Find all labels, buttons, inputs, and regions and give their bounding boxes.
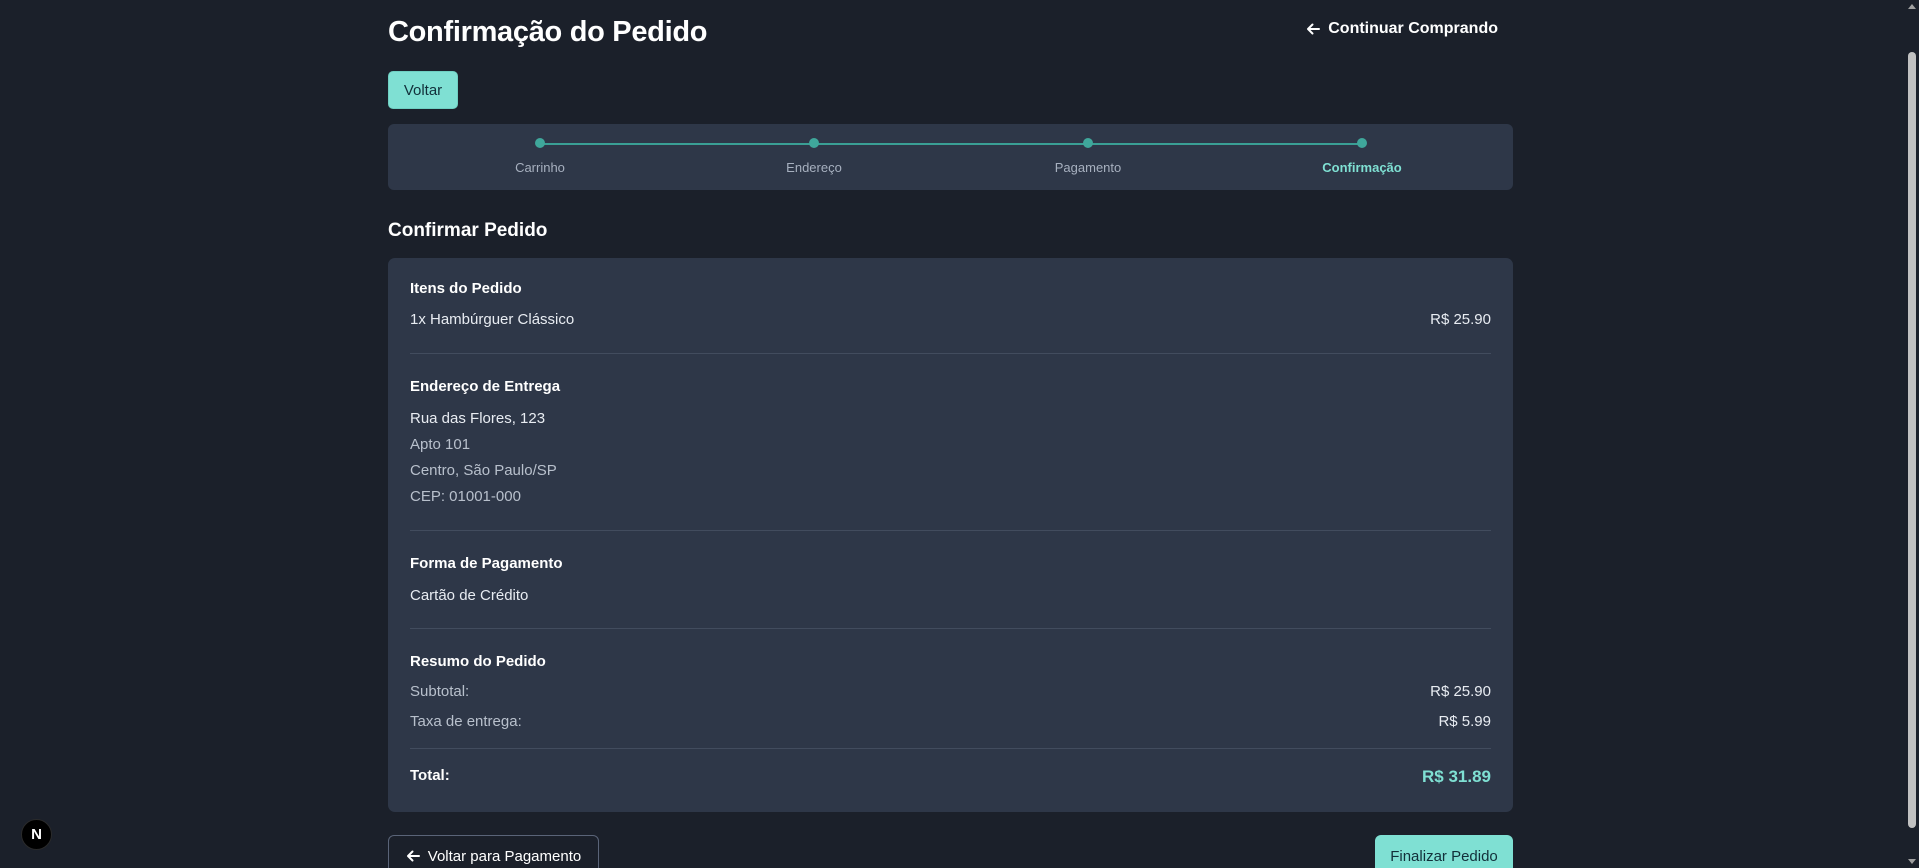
item-price: R$ 25.90 [1430, 311, 1491, 328]
scrollbar[interactable] [1905, 0, 1919, 868]
item-name: 1x Hambúrguer Clássico [410, 311, 575, 328]
total-label: Total: [410, 767, 450, 784]
delivery-fee-value: R$ 5.99 [1438, 713, 1491, 730]
step-dot [1357, 138, 1367, 148]
step-payment: Pagamento [1008, 138, 1168, 175]
back-to-payment-button[interactable]: Voltar para Pagamento [388, 835, 599, 868]
step-confirmation: Confirmação [1282, 138, 1442, 175]
delivery-fee-row: Taxa de entrega: R$ 5.99 [410, 713, 1491, 730]
page-header: Confirmação do Pedido Continuar Comprand… [388, 12, 1513, 52]
step-label: Carrinho [515, 160, 565, 175]
step-label: Confirmação [1322, 160, 1402, 175]
items-title: Itens do Pedido [410, 280, 522, 297]
scrollbar-thumb[interactable] [1908, 52, 1916, 828]
stepper-progress-line [540, 143, 1362, 145]
finish-order-button[interactable]: Finalizar Pedido [1375, 835, 1513, 868]
continue-shopping-link[interactable]: Continuar Comprando [1306, 20, 1498, 38]
arrow-left-icon [406, 850, 420, 862]
step-dot [535, 138, 545, 148]
step-dot [809, 138, 819, 148]
step-cart: Carrinho [460, 138, 620, 175]
summary-title: Resumo do Pedido [410, 653, 546, 670]
step-label: Pagamento [1054, 160, 1122, 175]
address-city: Centro, São Paulo/SP [410, 462, 557, 479]
checkout-stepper: Carrinho Endereço Pagamento Confirmação [388, 124, 1513, 190]
checkout-page: Confirmação do Pedido Continuar Comprand… [0, 0, 1919, 868]
subtotal-label: Subtotal: [410, 683, 470, 700]
dev-tools-badge[interactable]: N [21, 819, 52, 850]
total-row: Total: R$ 31.89 [410, 767, 1491, 787]
address-cep: CEP: 01001-000 [410, 488, 521, 505]
address-title: Endereço de Entrega [410, 378, 561, 395]
delivery-fee-label: Taxa de entrega: [410, 713, 522, 730]
payment-title: Forma de Pagamento [410, 555, 563, 572]
address-complement: Apto 101 [410, 436, 471, 453]
scroll-down-icon[interactable] [1908, 859, 1916, 864]
subtotal-value: R$ 25.90 [1430, 683, 1491, 700]
section-title: Confirmar Pedido [388, 220, 548, 241]
payment-method: Cartão de Crédito [410, 587, 529, 604]
back-to-payment-label: Voltar para Pagamento [427, 847, 582, 865]
order-summary-card: Itens do Pedido 1x Hambúrguer Clássico R… [388, 258, 1513, 812]
divider [410, 748, 1491, 749]
divider [410, 530, 1491, 531]
back-button[interactable]: Voltar [388, 71, 458, 109]
step-label: Endereço [786, 160, 842, 175]
step-address: Endereço [734, 138, 894, 175]
total-value: R$ 31.89 [1422, 767, 1491, 786]
step-dot [1083, 138, 1093, 148]
continue-shopping-label: Continuar Comprando [1328, 20, 1498, 37]
page-title: Confirmação do Pedido [388, 16, 708, 48]
order-item-row: 1x Hambúrguer Clássico R$ 25.90 [410, 311, 1491, 328]
divider [410, 353, 1491, 354]
arrow-left-icon [1307, 23, 1321, 35]
address-street: Rua das Flores, 123 [410, 410, 546, 427]
subtotal-row: Subtotal: R$ 25.90 [410, 683, 1491, 700]
divider [410, 628, 1491, 629]
scroll-up-icon[interactable] [1908, 4, 1916, 9]
